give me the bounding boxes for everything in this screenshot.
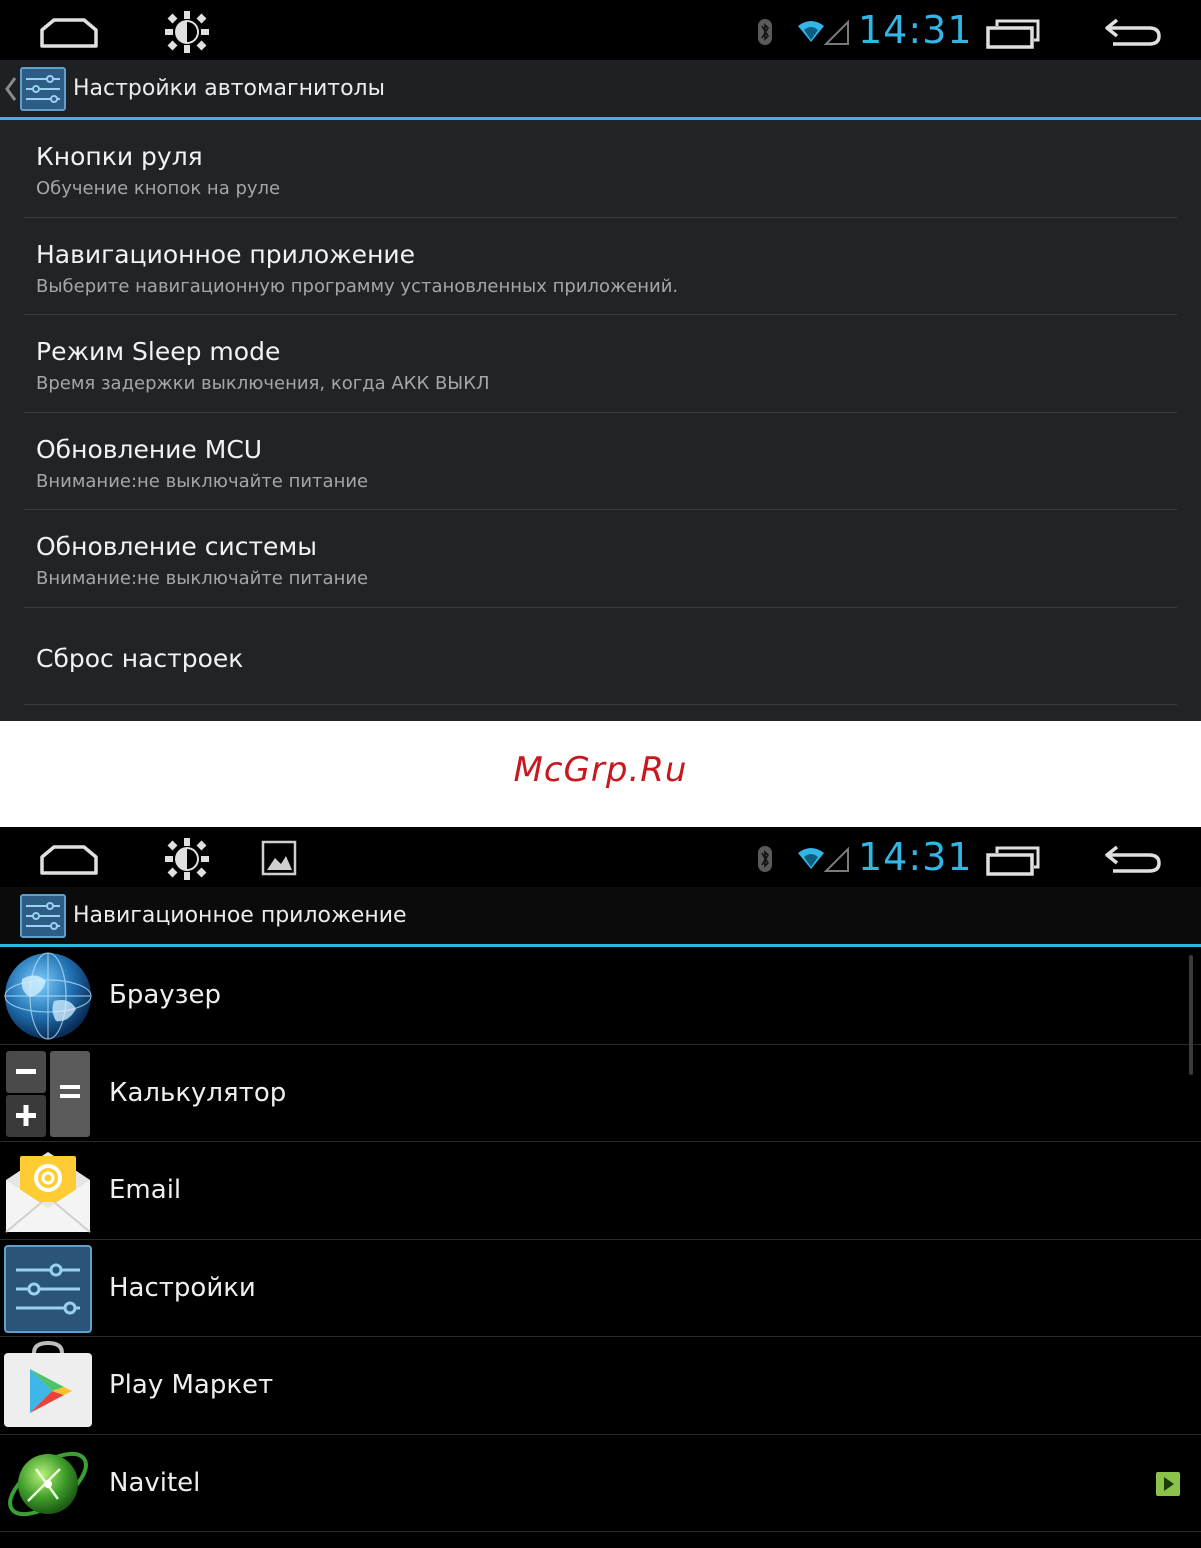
pref-system-update[interactable]: Обновление системы Внимание:не выключайт… [0, 510, 1201, 608]
pref-summary: Обучение кнопок на руле [36, 178, 281, 199]
app-item-calculator[interactable]: Калькулятор [0, 1045, 1201, 1142]
navitel-icon [8, 1451, 88, 1516]
page-title: Навигационное приложение [73, 903, 407, 928]
app-chooser-list: Браузер Калькулятор Email Настройки Play… [0, 947, 1201, 1532]
pref-summary: Время задержки выключения, когда АКК ВЫК… [36, 373, 490, 394]
up-caret-icon[interactable] [4, 76, 18, 102]
app-label: Email [109, 1175, 182, 1205]
settings-list: Кнопки руля Обучение кнопок на руле Нави… [0, 120, 1201, 705]
action-bar: Настройки автомагнитолы [0, 60, 1201, 117]
pref-summary: Внимание:не выключайте питание [36, 470, 369, 492]
system-bar: 14:31 [0, 0, 1201, 60]
page-title: Настройки автомагнитолы [73, 76, 385, 101]
brightness-icon[interactable] [164, 837, 210, 881]
bluetooth-icon [758, 19, 772, 45]
recent-apps-icon[interactable] [985, 18, 1041, 50]
clock: 14:31 [858, 8, 973, 52]
home-icon[interactable] [38, 16, 100, 50]
wifi-signal-icon [798, 846, 849, 872]
settings-icon [4, 1244, 92, 1333]
app-label: Браузер [109, 980, 221, 1010]
play-store-icon [4, 1341, 92, 1427]
action-bar: Навигационное приложение [0, 887, 1201, 944]
pref-title: Обновление системы [36, 532, 318, 561]
globe-icon [4, 952, 92, 1040]
divider [0, 1531, 1201, 1532]
screenshot-gallery-icon[interactable] [261, 840, 297, 876]
divider [24, 704, 1177, 705]
clock: 14:31 [858, 835, 973, 879]
pref-summary: Выберите навигационную программу установ… [36, 275, 679, 297]
car-settings-screen: 14:31 Настройки автомагнитолы Кнопки рул… [0, 0, 1201, 721]
navigation-app-picker-screen: 14:31 Навигационное приложение Браузер К… [0, 827, 1201, 1548]
recent-apps-icon[interactable] [985, 845, 1041, 877]
app-label: Калькулятор [109, 1077, 287, 1108]
email-icon [5, 1152, 91, 1233]
settings-app-icon[interactable] [20, 67, 66, 111]
scrollbar[interactable] [1189, 955, 1193, 1075]
back-icon[interactable] [1103, 841, 1163, 877]
app-item-browser[interactable]: Браузер [0, 947, 1201, 1045]
bluetooth-icon [758, 846, 772, 872]
pref-title: Кнопки руля [36, 142, 203, 171]
back-icon[interactable] [1103, 14, 1163, 50]
calculator-icon [6, 1050, 90, 1137]
app-item-play-market[interactable]: Play Маркет [0, 1337, 1201, 1435]
app-label: Play Маркет [109, 1370, 274, 1400]
brightness-icon[interactable] [164, 10, 210, 54]
pref-mcu-update[interactable]: Обновление MCU Внимание:не выключайте пи… [0, 413, 1201, 510]
pref-title: Режим Sleep mode [36, 337, 281, 366]
app-item-email[interactable]: Email [0, 1142, 1201, 1240]
settings-app-icon [20, 894, 66, 938]
play-badge-icon [1156, 1471, 1180, 1496]
pref-factory-reset[interactable]: Сброс настроек [0, 608, 1201, 705]
pref-summary: Внимание:не выключайте питание [36, 568, 369, 589]
pref-title: Обновление MCU [36, 434, 263, 464]
pref-steering-buttons[interactable]: Кнопки руля Обучение кнопок на руле [0, 120, 1201, 218]
pref-title: Навигационное приложение [36, 239, 416, 269]
app-label: Настройки [109, 1272, 256, 1303]
wifi-signal-icon [798, 19, 849, 45]
pref-sleep-mode[interactable]: Режим Sleep mode Время задержки выключен… [0, 315, 1201, 413]
watermark: McGrp.Ru [513, 750, 688, 790]
system-bar: 14:31 [0, 827, 1201, 887]
pref-title: Сброс настроек [36, 643, 244, 673]
app-item-navitel[interactable]: Navitel [0, 1435, 1201, 1532]
pref-navigation-app[interactable]: Навигационное приложение Выберите навига… [0, 218, 1201, 315]
app-label: Navitel [109, 1467, 201, 1498]
app-item-settings[interactable]: Настройки [0, 1240, 1201, 1337]
home-icon[interactable] [38, 843, 100, 877]
